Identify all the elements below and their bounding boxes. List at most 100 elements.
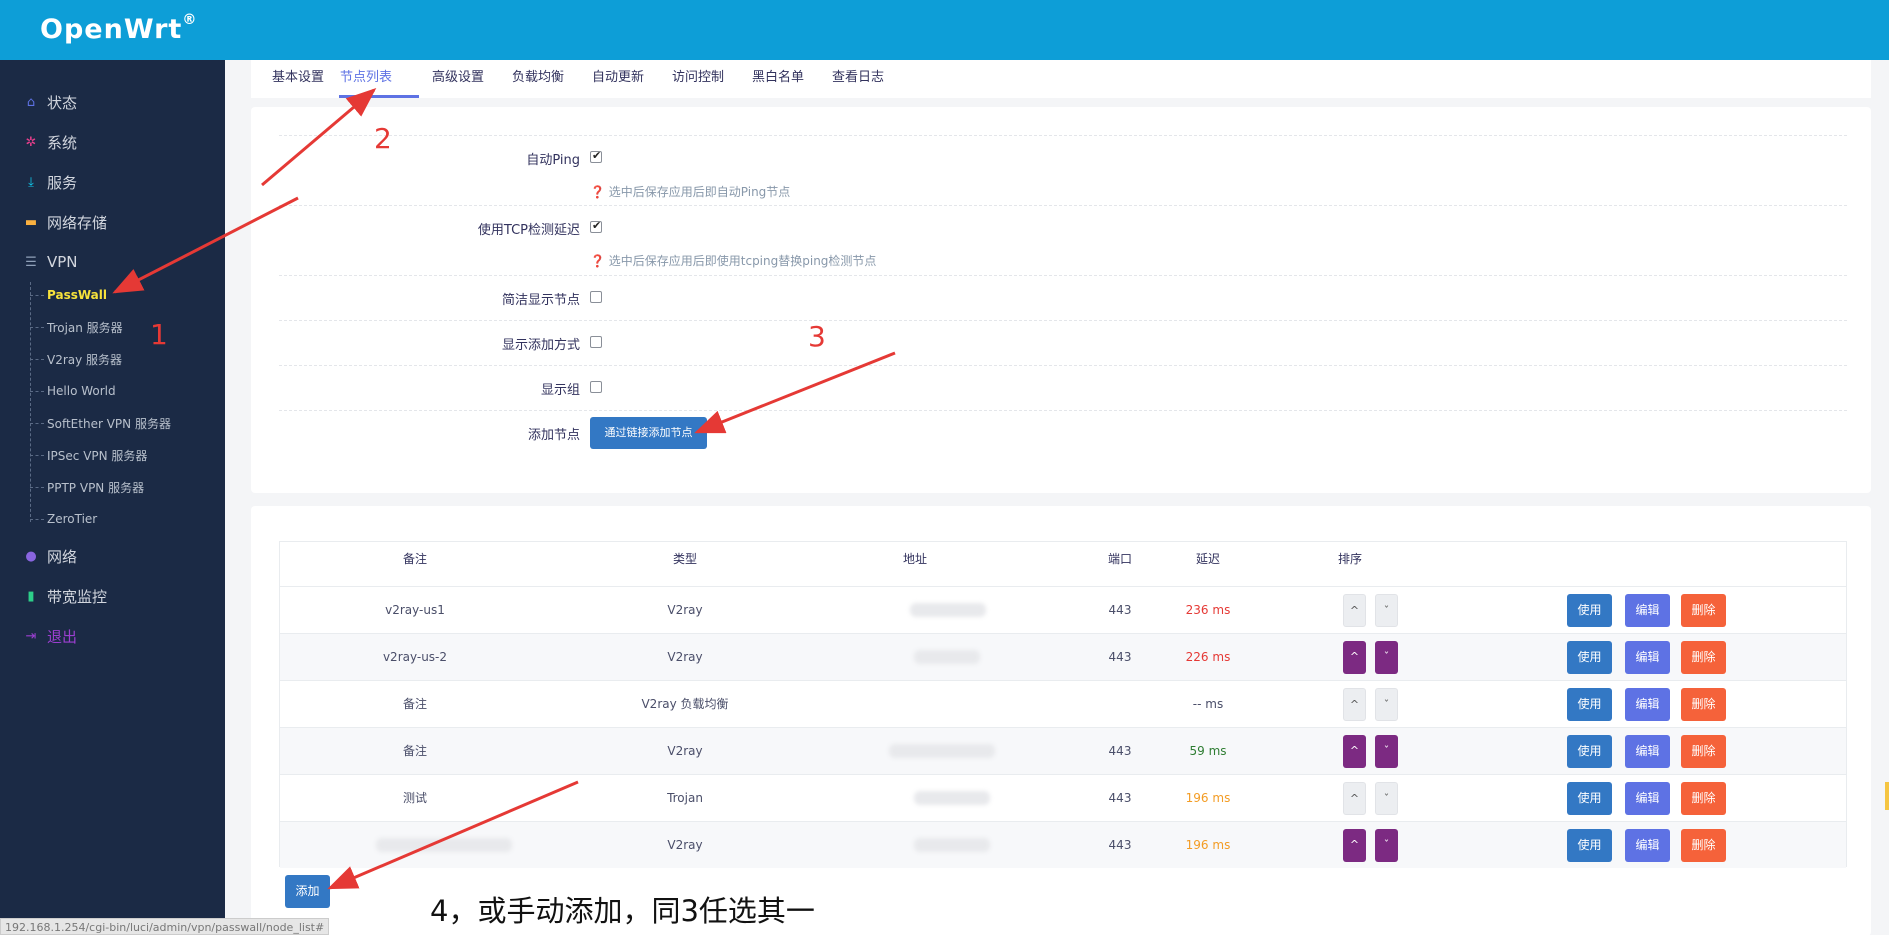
browser-status-url: 192.168.1.254/cgi-bin/luci/admin/vpn/pas…	[0, 918, 330, 935]
tab-view-log[interactable]: 查看日志	[831, 60, 885, 98]
delete-button[interactable]: 删除	[1681, 829, 1726, 862]
cell-type: V2ray	[667, 650, 703, 664]
delete-button[interactable]: 删除	[1681, 735, 1726, 768]
sidebar-item-vpn[interactable]: ☰ VPN	[22, 250, 77, 274]
edit-button[interactable]: 编辑	[1625, 735, 1670, 768]
sort-down-button[interactable]: ˇ	[1375, 641, 1398, 674]
tab-access-control[interactable]: 访问控制	[671, 60, 725, 98]
sort-up-button[interactable]: ^	[1343, 641, 1366, 674]
sidebar-item-bandwidth[interactable]: ▮ 带宽监控	[22, 584, 107, 608]
cell-remark: 测试	[402, 791, 427, 805]
divider	[279, 410, 1847, 411]
sidebar-item-system[interactable]: ✲ 系统	[22, 130, 77, 154]
sidebar-sub-pptp[interactable]: PPTP VPN 服务器	[30, 477, 144, 497]
drive-icon: ▬	[24, 214, 38, 230]
sidebar-sub-label: SoftEther VPN 服务器	[47, 416, 171, 431]
sidebar-item-label: 带宽监控	[47, 587, 108, 606]
cell-remark: v2ray-us1	[385, 603, 445, 617]
sidebar-item-logout[interactable]: ⇥ 退出	[22, 624, 77, 648]
cell-latency: 196 ms	[1185, 838, 1231, 852]
gear-icon: ✲	[25, 134, 37, 150]
edit-button[interactable]: 编辑	[1625, 782, 1670, 815]
delete-button[interactable]: 删除	[1681, 782, 1726, 815]
cell-latency: 196 ms	[1185, 791, 1231, 805]
sidebar-item-network[interactable]: ● 网络	[22, 544, 77, 568]
auto-ping-checkbox[interactable]	[590, 149, 602, 163]
use-button[interactable]: 使用	[1567, 594, 1612, 627]
sort-down-button[interactable]: ˇ	[1375, 829, 1398, 862]
edit-button[interactable]: 编辑	[1625, 829, 1670, 862]
edit-button[interactable]: 编辑	[1625, 594, 1670, 627]
sidebar-sub-zerotier[interactable]: ZeroTier	[30, 509, 97, 529]
node-table: 备注 类型 地址 端口 延迟 排序 v2ray-us1 V2ray 443 236 m…	[279, 541, 1847, 868]
delete-button[interactable]: 删除	[1681, 688, 1726, 721]
tab-auto-update[interactable]: 自动更新	[591, 60, 645, 98]
cell-remark: v2ray-us-2	[382, 650, 448, 664]
use-button[interactable]: 使用	[1567, 782, 1612, 815]
use-button[interactable]: 使用	[1567, 641, 1612, 674]
sidebar-item-status[interactable]: ⌂ 状态	[22, 90, 77, 114]
logout-icon: ⇥	[25, 628, 37, 644]
edit-button[interactable]: 编辑	[1625, 641, 1670, 674]
sort-up-button[interactable]: ^	[1343, 688, 1366, 721]
tree-dash	[30, 390, 44, 392]
sort-down-button[interactable]: ˇ	[1375, 594, 1398, 627]
tab-advanced-settings[interactable]: 高级设置	[431, 60, 485, 98]
tab-node-list[interactable]: 节点列表	[339, 60, 419, 98]
compact-display-checkbox[interactable]	[590, 291, 602, 303]
sort-down-button[interactable]: ˇ	[1375, 782, 1398, 815]
divider	[279, 275, 1847, 276]
sort-up-button[interactable]: ^	[1343, 594, 1366, 627]
hint-text: 选中后保存应用后即自动Ping节点	[608, 185, 791, 199]
cell-type: Trojan	[667, 791, 703, 805]
tree-dash	[30, 518, 44, 520]
globe-icon: ●	[25, 548, 37, 564]
use-button[interactable]: 使用	[1567, 688, 1612, 721]
use-button[interactable]: 使用	[1567, 735, 1612, 768]
edit-button[interactable]: 编辑	[1625, 688, 1670, 721]
sidebar-sub-v2ray[interactable]: V2ray 服务器	[30, 349, 122, 369]
tree-dash	[30, 454, 44, 456]
sort-up-button[interactable]: ^	[1343, 782, 1366, 815]
cell-remark: 备注	[402, 697, 427, 711]
brand-logo[interactable]: OpenWrt®	[40, 12, 197, 45]
sidebar-sub-passwall[interactable]: PassWall	[30, 285, 107, 305]
sidebar-item-label: 退出	[47, 627, 78, 646]
table-row: 测试 Trojan 443 196 ms ^ ˇ 使用 编辑 删除	[280, 774, 1846, 821]
tree-dash	[30, 422, 44, 424]
cell-port	[1090, 681, 1150, 727]
table-row: v2ray-us1 V2ray 443 236 ms ^ ˇ 使用 编辑 删除	[280, 586, 1846, 633]
sidebar-item-nas[interactable]: ▬ 网络存储	[22, 210, 107, 234]
annotation-2: 2	[374, 122, 392, 155]
use-button[interactable]: 使用	[1567, 829, 1612, 862]
delete-button[interactable]: 删除	[1681, 594, 1726, 627]
show-group-checkbox[interactable]	[590, 381, 602, 393]
col-address-header: 地址	[902, 552, 927, 566]
redacted-address	[914, 791, 990, 805]
cell-remark: 备注	[402, 744, 427, 758]
sort-up-button[interactable]: ^	[1343, 829, 1366, 862]
tab-load-balancing[interactable]: 负载均衡	[511, 60, 565, 98]
show-add-method-checkbox[interactable]	[590, 336, 602, 348]
add-node-button[interactable]: 添加	[285, 875, 330, 908]
sort-down-button[interactable]: ˇ	[1375, 688, 1398, 721]
tab-bar: 基本设置 节点列表 高级设置 负载均衡 自动更新 访问控制 黑白名单 查看日志	[251, 60, 1871, 98]
add-by-link-button[interactable]: 通过链接添加节点	[590, 417, 707, 449]
sort-up-button[interactable]: ^	[1343, 735, 1366, 768]
sort-down-button[interactable]: ˇ	[1375, 735, 1398, 768]
divider	[279, 205, 1847, 206]
tab-basic-settings[interactable]: 基本设置	[271, 60, 325, 98]
tcp-detect-checkbox[interactable]	[590, 219, 602, 233]
delete-button[interactable]: 删除	[1681, 641, 1726, 674]
home-icon: ⌂	[26, 94, 36, 110]
sidebar-item-services[interactable]: ⤓ 服务	[22, 170, 77, 194]
add-node-label: 添加节点	[527, 428, 580, 443]
cell-type: V2ray	[667, 838, 703, 852]
sidebar-sub-trojan[interactable]: Trojan 服务器	[30, 317, 123, 337]
list-icon: ☰	[25, 254, 37, 270]
sidebar-sub-label: IPSec VPN 服务器	[47, 448, 148, 463]
tab-black-white-list[interactable]: 黑白名单	[751, 60, 805, 98]
sidebar-sub-softether[interactable]: SoftEther VPN 服务器	[30, 413, 171, 433]
sidebar-sub-hello-world[interactable]: Hello World	[30, 381, 116, 401]
sidebar-sub-ipsec[interactable]: IPSec VPN 服务器	[30, 445, 147, 465]
